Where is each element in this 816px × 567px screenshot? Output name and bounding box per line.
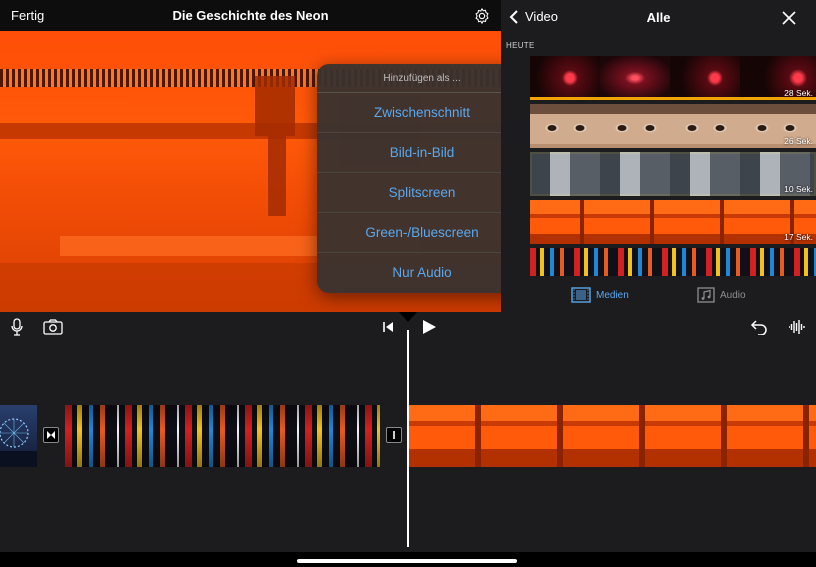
waveform-icon[interactable] [788,319,806,335]
media-clip-laser[interactable]: 28 Sek. [530,56,816,100]
clip-used-indicator [530,97,816,100]
browser-header: Video Alle [501,0,816,36]
clip-end-handle[interactable] [386,427,402,443]
skip-to-start-icon[interactable] [382,321,394,333]
add-as-popover: Hinzufügen als ... Zwischenschnitt Bild-… [317,64,527,293]
timeline-clip-city-night[interactable] [65,405,380,467]
tab-audio-label: Audio [720,289,746,301]
clip-duration: 26 Sek. [784,136,813,146]
playhead[interactable] [407,330,409,547]
media-browser: Video Alle HEUTE 28 Sek. 26 Sek. 10 Sek.… [501,0,816,312]
clip-duration: 28 Sek. [784,88,813,98]
clip-duration: 17 Sek. [784,232,813,242]
home-indicator[interactable] [297,559,517,563]
microphone-icon[interactable] [10,318,24,336]
add-as-audio-only-option[interactable]: Nur Audio [317,253,527,293]
close-icon[interactable] [781,10,797,26]
undo-icon[interactable] [750,319,768,335]
gear-icon[interactable] [473,7,491,25]
section-label-today: HEUTE [506,41,535,50]
add-as-green-screen-option[interactable]: Green-/Bluescreen [317,213,527,253]
add-as-split-screen-option[interactable]: Splitscreen [317,173,527,213]
browser-tab-bar: Medien Audio [501,279,816,312]
media-clip-orange-machine[interactable]: 17 Sek. [530,200,816,244]
clip-end-icon [393,431,395,439]
film-icon [571,287,591,303]
top-bar: Fertig Die Geschichte des Neon [0,0,501,31]
tab-media-label: Medien [596,289,629,301]
playhead-notch [399,312,417,322]
transition-icon [47,431,55,439]
clip-duration: 10 Sek. [784,184,813,194]
transition-button[interactable] [43,427,59,443]
play-icon[interactable] [421,319,437,335]
media-clip-eyes[interactable]: 26 Sek. [530,104,816,148]
preview-machine-arm [268,136,286,216]
ferris-wheel-thumbnail [0,418,37,467]
add-as-picture-in-picture-option[interactable]: Bild-in-Bild [317,133,527,173]
preview-machine-head [255,76,295,136]
project-title: Die Geschichte des Neon [172,8,329,23]
tab-media[interactable]: Medien [571,287,629,303]
browser-title: Alle [646,10,671,25]
music-note-icon [697,287,715,303]
media-clip-city-night[interactable] [530,248,816,276]
popover-title: Hinzufügen als ... [317,64,527,93]
tab-audio[interactable]: Audio [697,287,746,303]
add-as-cutaway-option[interactable]: Zwischenschnitt [317,93,527,133]
timeline-clip-ferris-wheel[interactable] [0,405,37,467]
media-clip-machine[interactable]: 10 Sek. [530,152,816,196]
timeline-clip-orange-machine[interactable] [409,405,816,467]
camera-icon[interactable] [43,319,63,335]
